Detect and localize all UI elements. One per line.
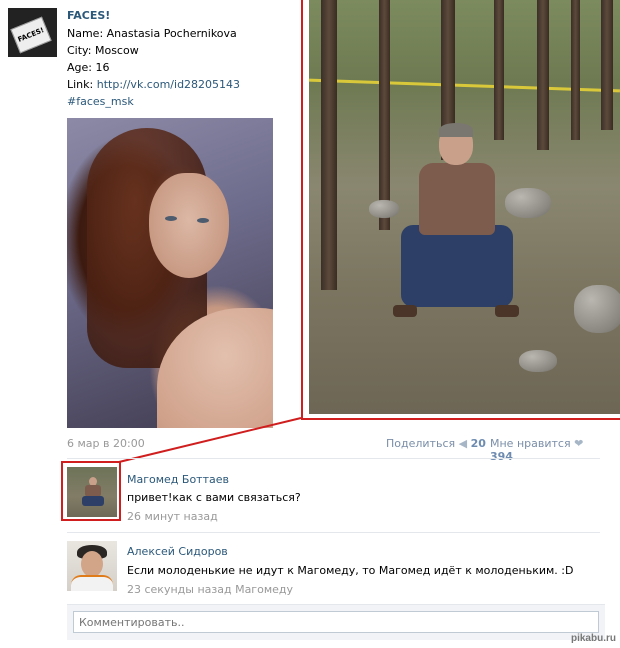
comment-author[interactable]: Алексей Сидоров <box>127 545 228 558</box>
post-photo-girl[interactable] <box>67 118 273 428</box>
group-avatar[interactable]: FACES! <box>8 8 57 57</box>
comment-text: привет!как с вами связаться? <box>127 491 301 504</box>
faces-logo-tag: FACES! <box>10 16 52 54</box>
divider <box>67 458 600 459</box>
comment-avatar[interactable] <box>67 541 117 591</box>
share-count: 20 <box>470 437 486 450</box>
highlight-frame-avatar <box>61 461 121 521</box>
comment-input[interactable] <box>73 611 599 633</box>
comment-author[interactable]: Магомед Боттаев <box>127 473 229 486</box>
megaphone-icon: ◀ <box>458 437 468 450</box>
photo-face <box>149 173 229 278</box>
hashtag-link[interactable]: #faces_msk <box>67 95 134 108</box>
info-age: Age: 16 <box>67 61 110 74</box>
heart-icon: ❤ <box>574 437 584 450</box>
like-button[interactable]: Мне нравится ❤ 394 <box>490 437 600 463</box>
share-button[interactable]: Поделиться ◀ 20 <box>386 437 486 450</box>
watermark: pikabu.ru <box>570 633 616 644</box>
like-count: 394 <box>490 450 513 463</box>
comment-time-row: 23 секунды назад Магомеду <box>127 583 293 596</box>
photo-eye-right <box>197 218 209 223</box>
profile-link[interactable]: http://vk.com/id28205143 <box>97 78 240 91</box>
info-link: Link: http://vk.com/id28205143 <box>67 78 241 91</box>
comment-box <box>67 604 605 640</box>
info-name: Name: Anastasia Pochernikova <box>67 27 237 40</box>
highlight-frame-photo <box>301 0 620 420</box>
comment-text: Если молоденькие не идут к Магомеду, то … <box>127 564 574 577</box>
post-author-link[interactable]: FACES! <box>67 9 110 22</box>
like-label: Мне нравится <box>490 437 571 450</box>
comment-reply-to[interactable]: Магомеду <box>235 583 293 596</box>
divider <box>67 532 600 533</box>
post-date[interactable]: 6 мар в 20:00 <box>67 437 145 450</box>
comment-time[interactable]: 23 секунды назад <box>127 583 232 596</box>
comment-time[interactable]: 26 минут назад <box>127 510 218 523</box>
share-label: Поделиться <box>386 437 456 450</box>
info-city: City: Moscow <box>67 44 139 57</box>
photo-eye-left <box>165 216 177 221</box>
